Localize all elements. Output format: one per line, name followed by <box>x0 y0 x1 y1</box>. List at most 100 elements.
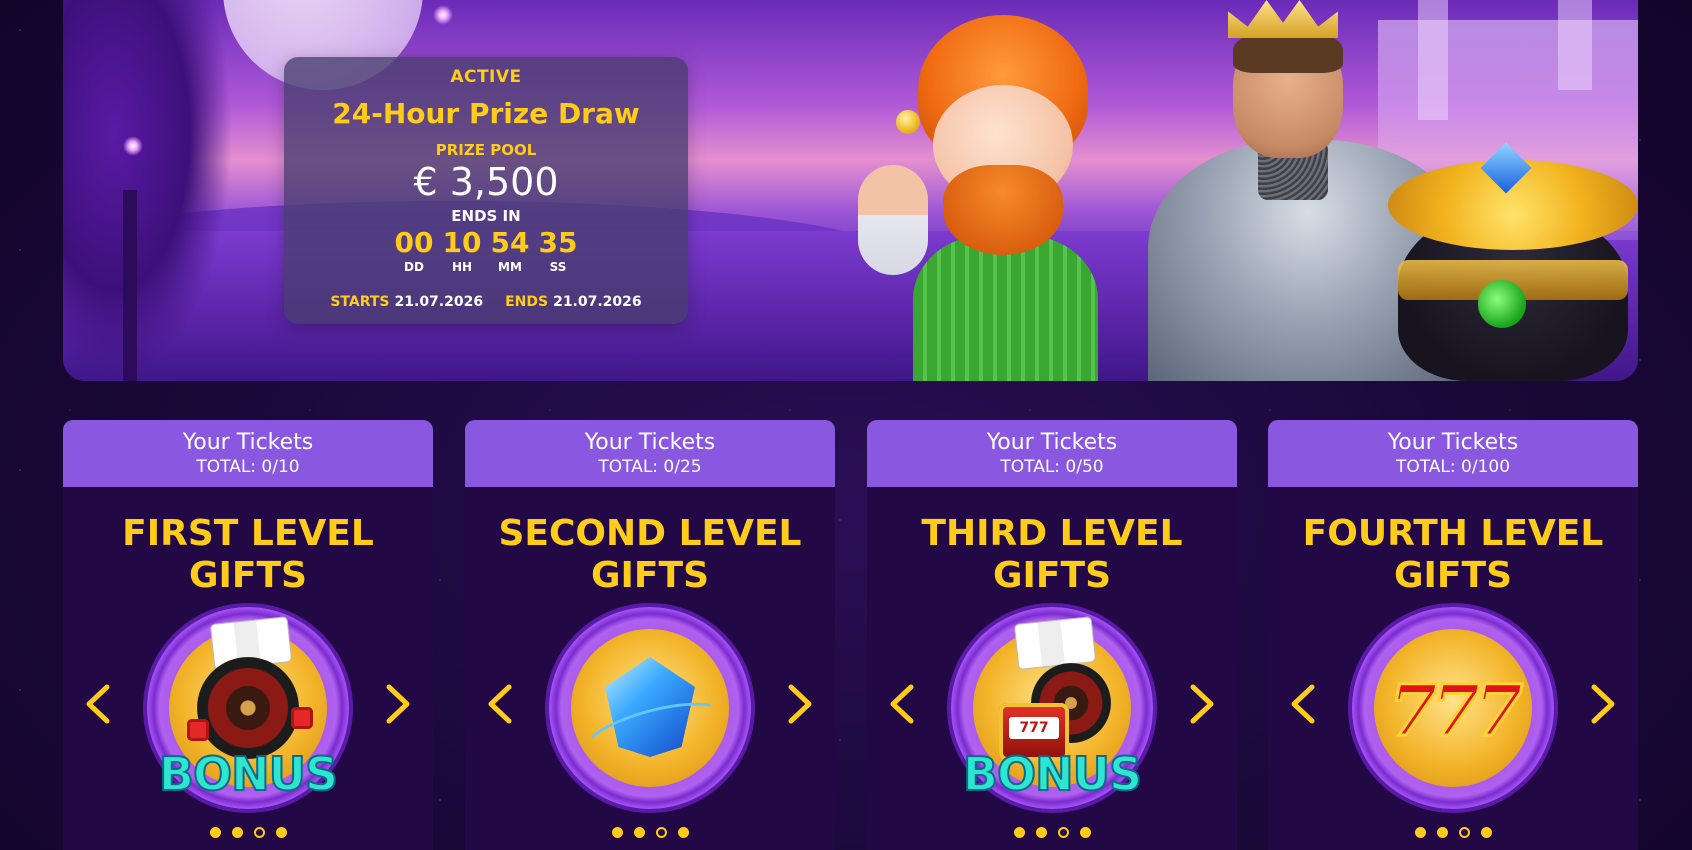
ends-label: ENDS <box>505 294 549 310</box>
level-title-line1: THIRD LEVEL <box>921 513 1183 554</box>
carousel-dots <box>1268 827 1638 838</box>
leprechaun-character <box>858 15 1188 381</box>
carousel-dot[interactable] <box>209 827 221 838</box>
prize-pool-label: PRIZE POOL <box>435 141 537 159</box>
clover-gem-icon <box>1478 280 1526 328</box>
carousel-dot[interactable] <box>1035 827 1047 838</box>
level-title-line1: FIRST LEVEL <box>122 513 374 554</box>
end-date: ENDS 21.07.2026 <box>505 294 642 310</box>
countdown-timer: 00 DD 10 HH 54 MM 35 SS <box>284 227 688 275</box>
tickets-total: TOTAL: 0/10 <box>196 456 300 477</box>
chevron-left-icon[interactable] <box>885 679 919 729</box>
prize-pool-value: € 3,500 <box>413 160 559 204</box>
leprechaun-thumbs-up <box>858 165 928 275</box>
sevens-label: 777 <box>1387 668 1524 754</box>
tickets-header: Your Tickets TOTAL: 0/25 <box>465 420 835 487</box>
starts-value: 21.07.2026 <box>394 294 484 310</box>
roulette-wheel-icon <box>197 657 299 759</box>
sparkle-icon <box>123 136 143 156</box>
medal-center: 777 <box>1374 629 1532 787</box>
carousel-dot[interactable] <box>253 827 265 838</box>
slot-reels: 777 <box>1009 717 1059 739</box>
tickets-total: TOTAL: 0/25 <box>598 456 702 477</box>
treasure-pot-illustration <box>1388 142 1638 381</box>
bonus-label: BONUS <box>158 746 339 802</box>
tickets-title: Your Tickets <box>584 429 716 455</box>
countdown-hours-value: 10 <box>442 226 482 259</box>
gift-carousel: 777 BONUS <box>867 607 1237 817</box>
countdown-seconds-label: SS <box>549 260 567 274</box>
gift-carousel: 777 <box>1268 607 1638 817</box>
chevron-right-icon[interactable] <box>1586 679 1620 729</box>
tree-trunk-illustration <box>123 190 137 381</box>
chevron-left-icon[interactable] <box>81 679 115 729</box>
chevron-left-icon[interactable] <box>1286 679 1320 729</box>
countdown-hours: 10 HH <box>442 227 482 275</box>
level-title-line1: SECOND LEVEL <box>498 513 802 554</box>
countdown-seconds: 35 SS <box>538 227 578 275</box>
gift-level-card-3: Your Tickets TOTAL: 0/50 THIRD LEVEL GIF… <box>867 420 1237 850</box>
level-title-line2: GIFTS <box>992 555 1112 596</box>
gift-level-card-1: Your Tickets TOTAL: 0/10 FIRST LEVEL GIF… <box>63 420 433 850</box>
carousel-dots <box>465 827 835 838</box>
medal-center <box>571 629 731 787</box>
carousel-dot[interactable] <box>1057 827 1069 838</box>
countdown-minutes-label: MM <box>498 260 522 274</box>
level-title-line2: GIFTS <box>1393 555 1513 596</box>
ends-in-label: ENDS IN <box>451 207 521 225</box>
level-title-line2: GIFTS <box>188 555 308 596</box>
countdown-days-value: 00 <box>394 226 434 259</box>
dice-icon <box>291 707 313 729</box>
carousel-dot[interactable] <box>231 827 243 838</box>
ends-value: 21.07.2026 <box>553 294 642 310</box>
dice-icon <box>187 719 209 741</box>
playing-cards-icon <box>1014 617 1096 669</box>
level-title: FIRST LEVEL GIFTS <box>63 513 433 597</box>
level-title: SECOND LEVEL GIFTS <box>465 513 835 597</box>
chevron-right-icon[interactable] <box>783 679 817 729</box>
carousel-dot[interactable] <box>611 827 623 838</box>
carousel-dot[interactable] <box>1013 827 1025 838</box>
carousel-dot[interactable] <box>1480 827 1492 838</box>
promo-dates: STARTS 21.07.2026 ENDS 21.07.2026 <box>284 294 688 310</box>
chevron-right-icon[interactable] <box>1185 679 1219 729</box>
carousel-dot[interactable] <box>655 827 667 838</box>
chevron-left-icon[interactable] <box>483 679 517 729</box>
carousel-dot[interactable] <box>1414 827 1426 838</box>
carousel-dots <box>63 827 433 838</box>
bonus-label: BONUS <box>962 746 1143 802</box>
prize-draw-title: 24-Hour Prize Draw <box>332 97 640 130</box>
gift-level-card-2: Your Tickets TOTAL: 0/25 SECOND LEVEL GI… <box>465 420 835 850</box>
gift-level-card-4: Your Tickets TOTAL: 0/100 FOURTH LEVEL G… <box>1268 420 1638 850</box>
countdown-seconds-value: 35 <box>538 226 578 259</box>
carousel-dot[interactable] <box>275 827 287 838</box>
tree-illustration <box>63 0 233 381</box>
carousel-dots <box>867 827 1237 838</box>
tickets-header: Your Tickets TOTAL: 0/50 <box>867 420 1237 487</box>
countdown-days: 00 DD <box>394 227 434 275</box>
carousel-dot[interactable] <box>677 827 689 838</box>
starts-label: STARTS <box>330 294 390 310</box>
sparkle-icon <box>433 5 453 25</box>
tickets-header: Your Tickets TOTAL: 0/10 <box>63 420 433 487</box>
countdown-minutes-value: 54 <box>490 226 530 259</box>
countdown-hours-label: HH <box>451 260 473 274</box>
countdown-minutes: 54 MM <box>490 227 530 275</box>
start-date: STARTS 21.07.2026 <box>330 294 483 310</box>
carousel-dot[interactable] <box>1458 827 1470 838</box>
leprechaun-vest <box>913 235 1098 381</box>
countdown-days-label: DD <box>404 260 424 274</box>
level-title-line2: GIFTS <box>590 555 710 596</box>
chevron-right-icon[interactable] <box>381 679 415 729</box>
status-badge: ACTIVE <box>450 67 522 87</box>
carousel-dot[interactable] <box>633 827 645 838</box>
bonus-slot-icon: 777 BONUS <box>951 607 1153 809</box>
gift-carousel <box>465 607 835 817</box>
level-title-line1: FOURTH LEVEL <box>1302 513 1604 554</box>
lucky-777-icon: 777 <box>1352 607 1554 809</box>
tickets-total: TOTAL: 0/50 <box>1000 456 1104 477</box>
carousel-dot[interactable] <box>1436 827 1448 838</box>
tickets-header: Your Tickets TOTAL: 0/100 <box>1268 420 1638 487</box>
tickets-total: TOTAL: 0/100 <box>1395 456 1511 477</box>
carousel-dot[interactable] <box>1079 827 1091 838</box>
